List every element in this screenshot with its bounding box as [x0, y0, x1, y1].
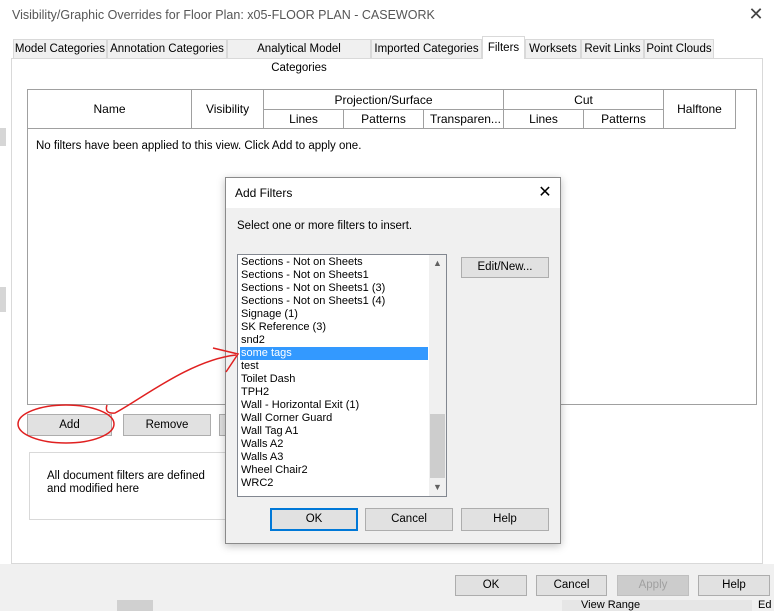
header-cut-lines[interactable]: Lines	[504, 110, 584, 129]
scroll-up-icon[interactable]: ▲	[429, 255, 446, 272]
header-halftone[interactable]: Halftone	[664, 90, 736, 129]
tab-model-categories[interactable]: Model Categories	[13, 39, 107, 58]
window-title: Visibility/Graphic Overrides for Floor P…	[12, 8, 435, 22]
add-filters-dialog: Add Filters ✕ Select one or more filters…	[225, 177, 561, 544]
filter-list-item[interactable]: Wall - Horizontal Exit (1)	[240, 399, 428, 412]
filter-list-item[interactable]: snd2	[240, 334, 428, 347]
filter-list-item[interactable]: WRC2	[240, 477, 428, 490]
filter-list-item[interactable]: Walls A2	[240, 438, 428, 451]
tab-worksets[interactable]: Worksets	[525, 39, 581, 58]
header-transparency[interactable]: Transparen...	[424, 110, 504, 129]
grid-empty-message: No filters have been applied to this vie…	[36, 140, 362, 152]
header-projection-patterns[interactable]: Patterns	[344, 110, 424, 129]
scroll-thumb[interactable]	[430, 414, 445, 478]
filters-listbox[interactable]: Sections - Not on Sheets Sections - Not o…	[237, 254, 447, 497]
filter-list-item[interactable]: Signage (1)	[240, 308, 428, 321]
cancel-button[interactable]: Cancel	[536, 575, 607, 596]
background-edge	[0, 128, 6, 146]
apply-button[interactable]: Apply	[617, 575, 689, 596]
filter-list-item[interactable]: Walls A3	[240, 451, 428, 464]
tab-point-clouds[interactable]: Point Clouds	[644, 39, 714, 58]
tab-revit-links[interactable]: Revit Links	[581, 39, 644, 58]
dialog-close-icon[interactable]: ✕	[533, 182, 557, 204]
filter-list-item[interactable]: Sections - Not on Sheets1 (4)	[240, 295, 428, 308]
filter-list-item[interactable]: some tags	[240, 347, 428, 360]
tab-annotation-categories[interactable]: Annotation Categories	[107, 39, 227, 58]
filter-list-item[interactable]: Toilet Dash	[240, 373, 428, 386]
filter-list-item[interactable]: Wheel Chair2	[240, 464, 428, 477]
edit-new-button[interactable]: Edit/New...	[461, 257, 549, 278]
header-projection-lines[interactable]: Lines	[264, 110, 344, 129]
scroll-down-icon[interactable]: ▼	[429, 479, 446, 496]
filter-list-item[interactable]: Sections - Not on Sheets1	[240, 269, 428, 282]
tab-imported-categories[interactable]: Imported Categories	[371, 39, 482, 58]
info-text: All document filters are defined and mod…	[47, 470, 205, 495]
header-cut: Cut	[504, 90, 664, 110]
view-range-label: View Range	[581, 599, 641, 611]
dialog-help-button[interactable]: Help	[461, 508, 549, 531]
filter-list-item[interactable]: Sections - Not on Sheets1 (3)	[240, 282, 428, 295]
filter-list-item[interactable]: TPH2	[240, 386, 428, 399]
window-close-icon[interactable]: ✕	[744, 3, 768, 25]
help-button[interactable]: Help	[698, 575, 770, 596]
ok-button[interactable]: OK	[455, 575, 527, 596]
header-name[interactable]: Name	[28, 90, 192, 129]
header-cut-patterns[interactable]: Patterns	[584, 110, 664, 129]
header-visibility[interactable]: Visibility	[192, 90, 264, 129]
listbox-scrollbar[interactable]: ▲ ▼	[429, 255, 446, 496]
header-projection-surface: Projection/Surface	[264, 90, 504, 110]
filter-list-item[interactable]: Sections - Not on Sheets	[240, 256, 428, 269]
filter-list-item[interactable]: SK Reference (3)	[240, 321, 428, 334]
tab-analytical-model-categories[interactable]: Analytical Model Categories	[227, 39, 371, 74]
background-edge	[0, 287, 6, 312]
dialog-cancel-button[interactable]: Cancel	[365, 508, 453, 531]
tab-filters[interactable]: Filters	[482, 36, 525, 59]
add-filter-button[interactable]: Add	[27, 414, 112, 436]
background-fragment	[117, 600, 153, 611]
dialog-title: Add Filters	[235, 186, 293, 200]
dialog-instruction: Select one or more filters to insert.	[237, 220, 413, 232]
remove-filter-button[interactable]: Remove	[123, 414, 211, 436]
edit-fragment-label: Ed	[758, 599, 772, 611]
filter-list-item[interactable]: Wall Tag A1	[240, 425, 428, 438]
filter-list-item[interactable]: Wall Corner Guard	[240, 412, 428, 425]
dialog-ok-button[interactable]: OK	[270, 508, 358, 531]
filter-list-item[interactable]: test	[240, 360, 428, 373]
